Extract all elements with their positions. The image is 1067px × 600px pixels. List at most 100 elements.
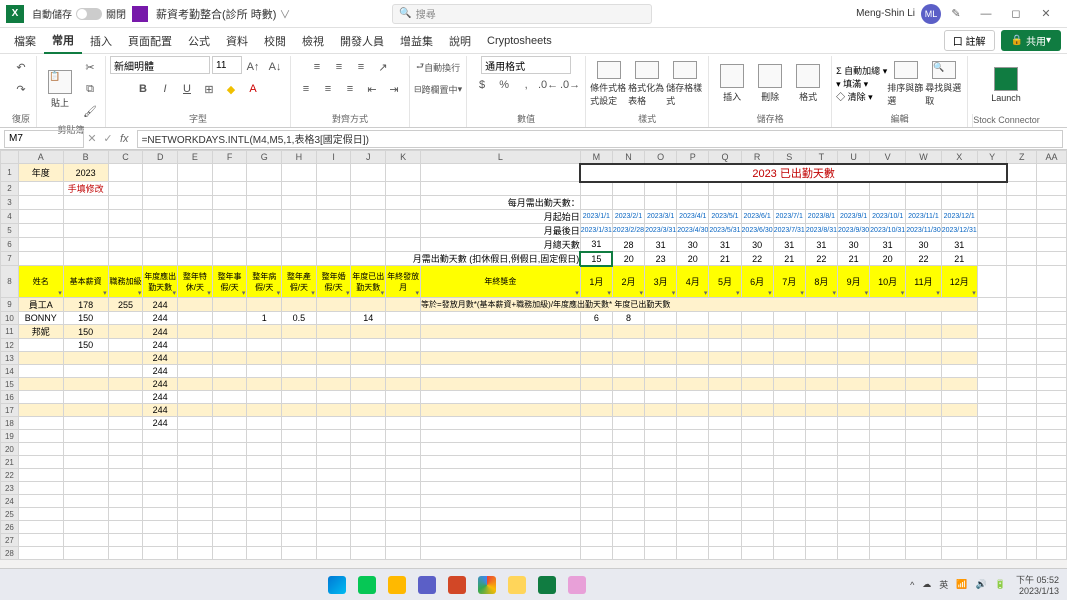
cell[interactable] xyxy=(645,182,677,196)
cell[interactable]: 1 xyxy=(247,312,282,325)
cell[interactable] xyxy=(677,547,709,560)
cell[interactable] xyxy=(977,298,1007,312)
cell[interactable] xyxy=(386,391,421,404)
cell[interactable]: 150 xyxy=(63,339,108,352)
cell[interactable]: 2023/6/30 xyxy=(741,224,773,238)
cell[interactable] xyxy=(580,352,612,365)
cell[interactable]: 31 xyxy=(645,238,677,252)
cell[interactable]: 20 xyxy=(677,252,709,266)
cell[interactable] xyxy=(1037,469,1067,482)
cell[interactable] xyxy=(838,339,870,352)
volume-icon[interactable]: 🔊 xyxy=(976,579,987,590)
cell[interactable] xyxy=(1007,312,1037,325)
cell[interactable] xyxy=(906,430,942,443)
align-center-icon[interactable]: ≡ xyxy=(317,78,339,100)
cell[interactable] xyxy=(212,298,247,312)
cell[interactable] xyxy=(143,196,178,210)
cell[interactable] xyxy=(108,547,143,560)
cell[interactable] xyxy=(386,325,421,339)
cell[interactable] xyxy=(906,404,942,417)
cell[interactable] xyxy=(870,469,906,482)
cell[interactable] xyxy=(941,495,977,508)
cell[interactable] xyxy=(773,430,805,443)
cell[interactable] xyxy=(838,417,870,430)
cell[interactable] xyxy=(421,182,581,196)
col-header[interactable]: K xyxy=(386,151,421,164)
cell[interactable] xyxy=(247,182,282,196)
cell[interactable]: 2023/6/1 xyxy=(741,210,773,224)
cell[interactable] xyxy=(351,352,386,365)
cell[interactable] xyxy=(421,339,581,352)
cell[interactable]: 30 xyxy=(741,238,773,252)
col-header[interactable]: H xyxy=(282,151,317,164)
cell[interactable] xyxy=(386,508,421,521)
percent-icon[interactable]: % xyxy=(493,74,515,96)
cell[interactable] xyxy=(709,391,741,404)
cell[interactable] xyxy=(612,339,644,352)
cell[interactable] xyxy=(612,430,644,443)
cell[interactable] xyxy=(645,404,677,417)
cell[interactable] xyxy=(805,325,837,339)
cell[interactable]: 31 xyxy=(580,238,612,252)
cell[interactable]: 21 xyxy=(838,252,870,266)
cell[interactable]: 2023/11/30 xyxy=(906,224,942,238)
cell[interactable] xyxy=(838,196,870,210)
column-header-cell[interactable]: 整年婚假/天 xyxy=(316,266,351,298)
month-header-cell[interactable]: 8月 xyxy=(805,266,837,298)
launch-button[interactable]: Launch xyxy=(987,62,1025,108)
cell[interactable] xyxy=(316,482,351,495)
cell[interactable] xyxy=(108,391,143,404)
cell[interactable] xyxy=(282,164,317,182)
cell[interactable] xyxy=(143,469,178,482)
column-header-cell[interactable]: 職務加級 xyxy=(108,266,143,298)
cell[interactable] xyxy=(108,164,143,182)
comma-icon[interactable]: , xyxy=(515,74,537,96)
column-header-cell[interactable]: 整年特休/天 xyxy=(178,266,213,298)
cell[interactable] xyxy=(282,238,317,252)
cell[interactable] xyxy=(282,391,317,404)
cell[interactable] xyxy=(645,521,677,534)
cell[interactable] xyxy=(351,238,386,252)
cell[interactable] xyxy=(941,378,977,391)
cell[interactable] xyxy=(316,164,351,182)
cell[interactable] xyxy=(351,210,386,224)
cell[interactable] xyxy=(247,430,282,443)
cell[interactable] xyxy=(143,210,178,224)
calendar-icon[interactable] xyxy=(414,572,440,598)
cell[interactable]: 244 xyxy=(143,417,178,430)
cell[interactable] xyxy=(108,482,143,495)
cell[interactable] xyxy=(282,547,317,560)
cell[interactable] xyxy=(247,456,282,469)
cell[interactable]: 2023/4/30 xyxy=(677,224,709,238)
search-input[interactable]: 🔍 搜尋 xyxy=(392,4,652,24)
cell[interactable] xyxy=(677,196,709,210)
cell[interactable] xyxy=(178,164,213,182)
cell[interactable] xyxy=(645,365,677,378)
cell[interactable] xyxy=(941,365,977,378)
cell[interactable] xyxy=(870,547,906,560)
cell[interactable] xyxy=(316,325,351,339)
cell[interactable] xyxy=(178,210,213,224)
cell[interactable] xyxy=(212,482,247,495)
cell[interactable] xyxy=(741,339,773,352)
cell[interactable] xyxy=(580,365,612,378)
cell[interactable] xyxy=(282,508,317,521)
cell[interactable] xyxy=(143,534,178,547)
cell[interactable] xyxy=(386,164,421,182)
col-header[interactable]: I xyxy=(316,151,351,164)
cell[interactable] xyxy=(805,417,837,430)
cell[interactable] xyxy=(282,182,317,196)
column-header-cell[interactable]: 基本薪資 xyxy=(63,266,108,298)
row-header[interactable]: 25 xyxy=(1,508,19,521)
cell[interactable] xyxy=(1007,443,1037,456)
cell[interactable] xyxy=(351,482,386,495)
cell[interactable]: 年度 xyxy=(18,164,63,182)
pen-icon[interactable]: ✎ xyxy=(941,0,971,28)
cell[interactable] xyxy=(247,521,282,534)
indent-dec-icon[interactable]: ⇤ xyxy=(361,78,383,100)
cell[interactable] xyxy=(838,182,870,196)
cell[interactable]: 22 xyxy=(741,252,773,266)
cell[interactable] xyxy=(351,164,386,182)
cell[interactable]: 31 xyxy=(773,238,805,252)
cell[interactable] xyxy=(741,404,773,417)
